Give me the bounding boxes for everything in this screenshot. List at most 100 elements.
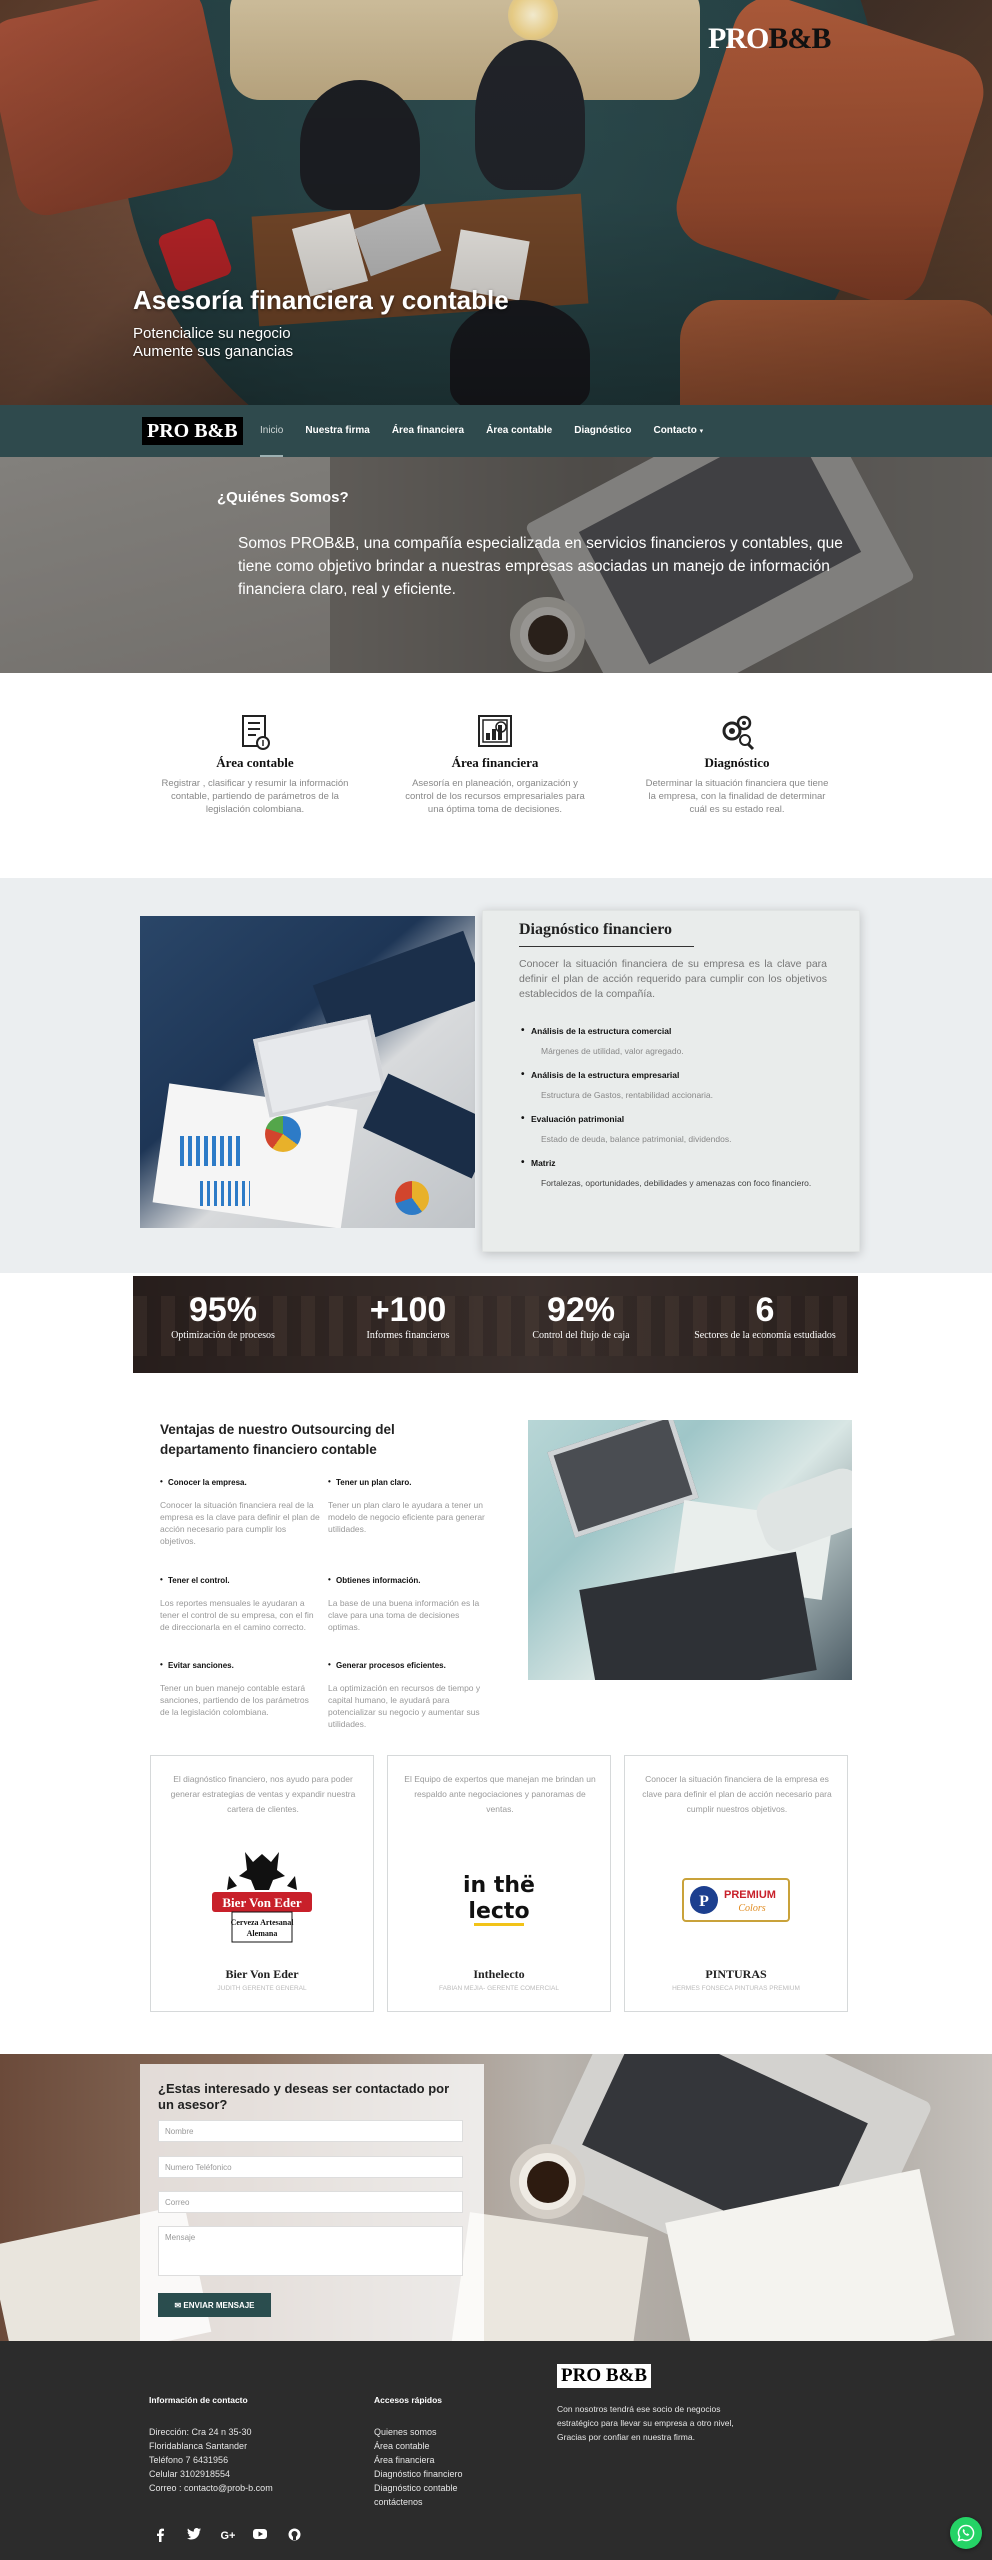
google-plus-icon[interactable]: G+: [220, 2528, 236, 2544]
hero-logo-bb: B&B: [768, 22, 831, 55]
nav-item-area-contable[interactable]: Área contable: [486, 405, 552, 457]
contact-photo-coffee: [510, 2144, 585, 2219]
logo-line: PREMIUM: [724, 1889, 776, 1901]
diagnostico-photo-sleeve: [362, 1073, 475, 1179]
list-item-detail: Estado de deuda, balance patrimonial, di…: [541, 1134, 732, 1144]
youtube-icon[interactable]: [252, 2528, 268, 2544]
list-item: Análisis de la estructura empresarial Es…: [519, 1069, 839, 1100]
footer-about-text: Con nosotros tendrá ese socio de negocio…: [557, 2404, 734, 2442]
logo-line: Colors: [738, 1903, 765, 1914]
stats-bar: 95% Optimización de procesos +100 Inform…: [133, 1276, 858, 1373]
ventaja-item: Generar procesos eficientes. La optimiza…: [328, 1660, 488, 1730]
hero-logo-pro: PRO: [708, 22, 769, 55]
document-icon: [242, 715, 270, 750]
footer-link-diagnostico-financiero[interactable]: Diagnóstico financiero: [374, 2467, 463, 2481]
stat-item: 92% Control del flujo de caja: [491, 1292, 671, 1341]
hero-subtitle-line: Aumente sus ganancias: [133, 343, 294, 360]
footer-logo-pro: PRO: [561, 2365, 602, 2386]
diagnostico-photo-pie: [265, 1116, 301, 1152]
twitter-icon[interactable]: [186, 2528, 202, 2544]
diagnostico-intro: Conocer la situación financiera de su em…: [519, 958, 827, 1000]
nav-menu: Inicio Nuestra firma Área financiera Áre…: [260, 405, 725, 457]
ventajas-photo-laptop: [547, 1420, 699, 1538]
logo-line: Cerveza Artesanal: [231, 1918, 295, 1927]
message-textarea[interactable]: [158, 2226, 463, 2276]
testimonial-name: PINTURAS: [705, 1967, 767, 1981]
hero-subtitle: Potencialice su negocio Aumente sus gana…: [133, 325, 293, 361]
svg-text:P: P: [699, 1893, 709, 1910]
testimonial-text: El diagnóstico financiero, nos ayudo par…: [170, 1774, 356, 1814]
footer-logo-bb: B&B: [605, 2365, 648, 2386]
footer-link-diagnostico-contable[interactable]: Diagnóstico contable: [374, 2481, 463, 2495]
footer-contact-line: Celular 3102918554: [149, 2469, 231, 2479]
stat-item: 6 Sectores de la economía estudiados: [665, 1292, 858, 1341]
feature-description: Registrar , clasificar y resumir la info…: [161, 778, 349, 815]
list-item: Matriz Fortalezas, oportunidades, debili…: [519, 1157, 839, 1188]
testimonial-text: El Equipo de expertos que manejan me bri…: [404, 1774, 596, 1814]
list-item-detail: Fortalezas, oportunidades, debilidades y…: [541, 1178, 812, 1188]
divider: [519, 946, 694, 947]
stat-label: Control del flujo de caja: [532, 1330, 630, 1341]
nav-logo-bb: B&B: [194, 420, 238, 442]
testimonial-name: Bier Von Eder: [225, 1967, 299, 1981]
stat-item: 95% Optimización de procesos: [133, 1292, 313, 1341]
footer-links: Quienes somos Área contable Área financi…: [374, 2425, 463, 2509]
feature-title: Diagnóstico: [704, 755, 770, 770]
footer-links-heading: Accesos rápidos: [374, 2395, 443, 2405]
nav-item-inicio[interactable]: Inicio: [260, 405, 284, 457]
footer-link-area-financiera[interactable]: Área financiera: [374, 2453, 463, 2467]
github-icon[interactable]: [286, 2528, 302, 2544]
nav-item-contacto[interactable]: Contacto ▾: [653, 405, 703, 457]
diagnostico-photo-bars: [200, 1181, 250, 1206]
ventaja-heading: Generar procesos eficientes.: [328, 1660, 488, 1670]
nav-item-diagnostico[interactable]: Diagnóstico: [574, 405, 631, 457]
nav-item-nuestra-firma[interactable]: Nuestra firma: [305, 405, 369, 457]
ventaja-detail: La base de una buena información es la c…: [328, 1598, 480, 1632]
nav-item-area-financiera[interactable]: Área financiera: [392, 405, 464, 457]
testimonial-card: El diagnóstico financiero, nos ayudo par…: [150, 1755, 374, 2012]
hero-logo: PROB&B: [708, 22, 831, 56]
whatsapp-chat-button[interactable]: [950, 2517, 982, 2549]
footer-contact-heading: Información de contacto: [149, 2395, 248, 2405]
ventaja-heading: Tener el control.: [160, 1575, 320, 1585]
ventaja-item: Obtienes información. La base de una bue…: [328, 1575, 488, 1633]
list-item: Análisis de la estructura comercial Márg…: [519, 1025, 839, 1056]
chevron-down-icon: ▾: [699, 428, 704, 435]
stat-value: 6: [755, 1291, 775, 1329]
send-message-button[interactable]: ✉ ENVIAR MENSAJE: [158, 2293, 271, 2317]
list-item-detail: Estructura de Gastos, rentabilidad accio…: [541, 1090, 713, 1100]
ventaja-detail: Conocer la situación financiera real de …: [160, 1500, 320, 1546]
footer-link-quienes-somos[interactable]: Quienes somos: [374, 2425, 463, 2439]
stat-value: +100: [369, 1291, 447, 1329]
nav-logo[interactable]: PRO B&B: [142, 417, 243, 445]
logo-line: in thë: [464, 1873, 534, 1898]
nav-logo-pro: PRO: [147, 420, 190, 442]
ventaja-detail: Tener un plan claro le ayudara a tener u…: [328, 1500, 485, 1534]
footer-link-contactenos[interactable]: contáctenos: [374, 2495, 463, 2509]
ventaja-item: Conocer la empresa. Conocer la situación…: [160, 1477, 320, 1547]
bier-von-eder-logo: Bier Von Eder Cerveza Artesanal Alemana: [207, 1846, 317, 1949]
about-text: Somos PROB&B, una compañía especializada…: [238, 535, 843, 598]
about-section: ¿Quiénes Somos? Somos PROB&B, una compañ…: [0, 457, 992, 673]
diagnostico-photo: [140, 916, 475, 1228]
email-input[interactable]: [158, 2191, 463, 2213]
list-item-heading: Matriz: [519, 1157, 839, 1168]
facebook-icon[interactable]: [152, 2528, 168, 2544]
stat-item: +100 Informes financieros: [318, 1292, 498, 1341]
logo-line: Bier Von Eder: [222, 1895, 301, 1910]
ventaja-detail: Tener un buen manejo contable estará san…: [160, 1683, 309, 1717]
ventaja-heading: Tener un plan claro.: [328, 1477, 488, 1487]
hero-title: Asesoría financiera y contable: [133, 285, 509, 315]
whatsapp-icon: [957, 2524, 975, 2542]
phone-input[interactable]: [158, 2156, 463, 2178]
footer-link-area-contable[interactable]: Área contable: [374, 2439, 463, 2453]
name-input[interactable]: [158, 2120, 463, 2142]
diagnostico-card: Diagnóstico financiero Conocer la situac…: [482, 910, 860, 1252]
feature-description: Asesoría en planeación, organización y c…: [405, 778, 585, 815]
list-item-heading: Análisis de la estructura empresarial: [519, 1069, 839, 1080]
diagnostico-list: Análisis de la estructura comercial Márg…: [519, 1025, 839, 1202]
list-item: Evaluación patrimonial Estado de deuda, …: [519, 1113, 839, 1144]
hero-subtitle-line: Potencialice su negocio: [133, 325, 291, 342]
contact-form-title: ¿Estas interesado y deseas ser contactad…: [158, 2081, 450, 2112]
ventaja-heading: Conocer la empresa.: [160, 1477, 320, 1487]
